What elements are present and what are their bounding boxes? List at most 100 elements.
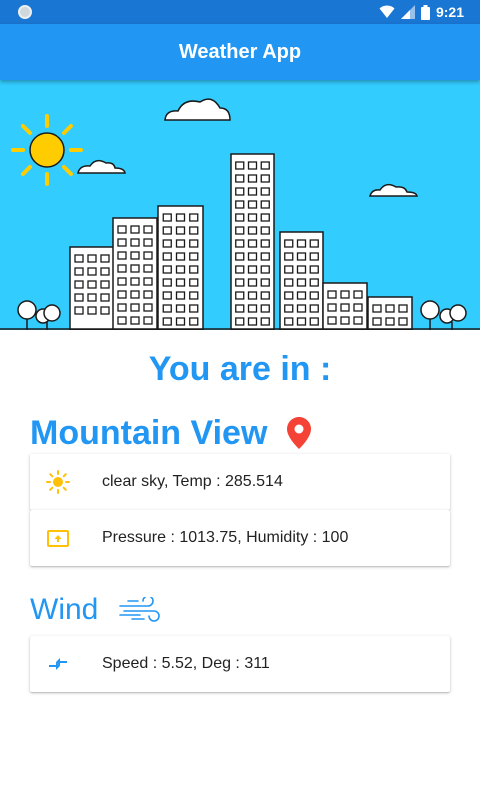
building-window (162, 265, 172, 274)
building-window (189, 226, 199, 235)
wind-header: Wind (30, 590, 162, 630)
building-window (162, 226, 172, 235)
building-window (162, 317, 172, 326)
building-window (100, 280, 110, 289)
notification-icon (18, 5, 32, 19)
building-window (260, 239, 270, 248)
condition-text: clear sky, Temp : 285.514 (102, 473, 283, 490)
building-window (296, 304, 307, 313)
building-window (162, 291, 172, 300)
building-window (260, 161, 270, 170)
building-window (296, 291, 307, 300)
building-window (247, 252, 258, 261)
building-window (175, 252, 186, 261)
building-window (235, 278, 245, 287)
building-window (235, 265, 245, 274)
building-window (235, 291, 245, 300)
illustration-sun (11, 114, 83, 186)
building-window (175, 226, 186, 235)
building-window (117, 316, 127, 325)
status-bar: 9:21 (0, 0, 480, 24)
building-window (175, 265, 186, 274)
pressure-icon (46, 526, 70, 550)
building-window (100, 293, 110, 302)
condition-row[interactable]: clear sky, Temp : 285.514 (30, 454, 450, 510)
building-window (130, 264, 140, 273)
wind-speed-row[interactable]: Speed : 5.52, Deg : 311 (30, 636, 450, 692)
building-window (130, 316, 140, 325)
building-window (117, 225, 127, 234)
building-window (143, 264, 153, 273)
city-name: Mountain View (30, 413, 268, 452)
building-window (353, 290, 363, 299)
building-window (130, 303, 140, 312)
building-window (87, 280, 97, 289)
building-window (235, 174, 245, 183)
building-window (189, 291, 199, 300)
building-window (260, 317, 270, 326)
building-window (296, 252, 307, 261)
building-window (235, 239, 245, 248)
compress-arrows-icon (46, 652, 70, 676)
building-window (284, 239, 294, 248)
building-window (87, 267, 97, 276)
building-window (353, 316, 363, 325)
building-window (143, 290, 153, 299)
building-window (327, 316, 337, 325)
building-window (398, 317, 408, 326)
building-window (235, 317, 245, 326)
wifi-icon (379, 5, 395, 18)
building-window (130, 225, 140, 234)
building-window (247, 161, 258, 170)
building-window (340, 303, 350, 312)
building-window (247, 304, 258, 313)
building-window (372, 317, 382, 326)
building-window (247, 213, 258, 222)
building-window (189, 278, 199, 287)
building-window (260, 187, 270, 196)
building-window (117, 277, 127, 286)
status-time: 9:21 (435, 4, 464, 20)
building-window (143, 277, 153, 286)
building-window (260, 278, 270, 287)
building-window (175, 304, 186, 313)
building-window (100, 254, 110, 263)
building-window (284, 317, 294, 326)
building-window (175, 317, 186, 326)
building-window (235, 213, 245, 222)
building-window (175, 291, 186, 300)
building-window (260, 174, 270, 183)
building-window (327, 303, 337, 312)
pressure-card: Pressure : 1013.75, Humidity : 100 (30, 510, 450, 566)
building-window (87, 293, 97, 302)
building-window (309, 252, 319, 261)
building-window (235, 304, 245, 313)
building-window (247, 265, 258, 274)
building-window (309, 239, 319, 248)
building-window (260, 226, 270, 235)
weather-condition-card: clear sky, Temp : 285.514 (30, 454, 450, 510)
building-window (143, 238, 153, 247)
building-window (74, 254, 84, 263)
building-window (327, 290, 337, 299)
status-left (18, 5, 32, 19)
building-window (247, 291, 258, 300)
building-window (117, 264, 127, 273)
building-window (247, 239, 258, 248)
building-window (247, 174, 258, 183)
building-window (398, 304, 408, 313)
pressure-text: Pressure : 1013.75, Humidity : 100 (102, 529, 349, 546)
building-window (309, 304, 319, 313)
location-pin-icon[interactable] (287, 417, 312, 449)
building-window (130, 251, 140, 260)
building-window (130, 290, 140, 299)
wind-title: Wind (30, 593, 99, 626)
battery-icon (420, 4, 430, 20)
app-title: Weather App (178, 40, 302, 63)
building-window (260, 291, 270, 300)
building-window (309, 278, 319, 287)
wind-icon (119, 597, 161, 622)
building-window (162, 239, 172, 248)
pressure-row[interactable]: Pressure : 1013.75, Humidity : 100 (30, 510, 450, 566)
building-window (74, 280, 84, 289)
